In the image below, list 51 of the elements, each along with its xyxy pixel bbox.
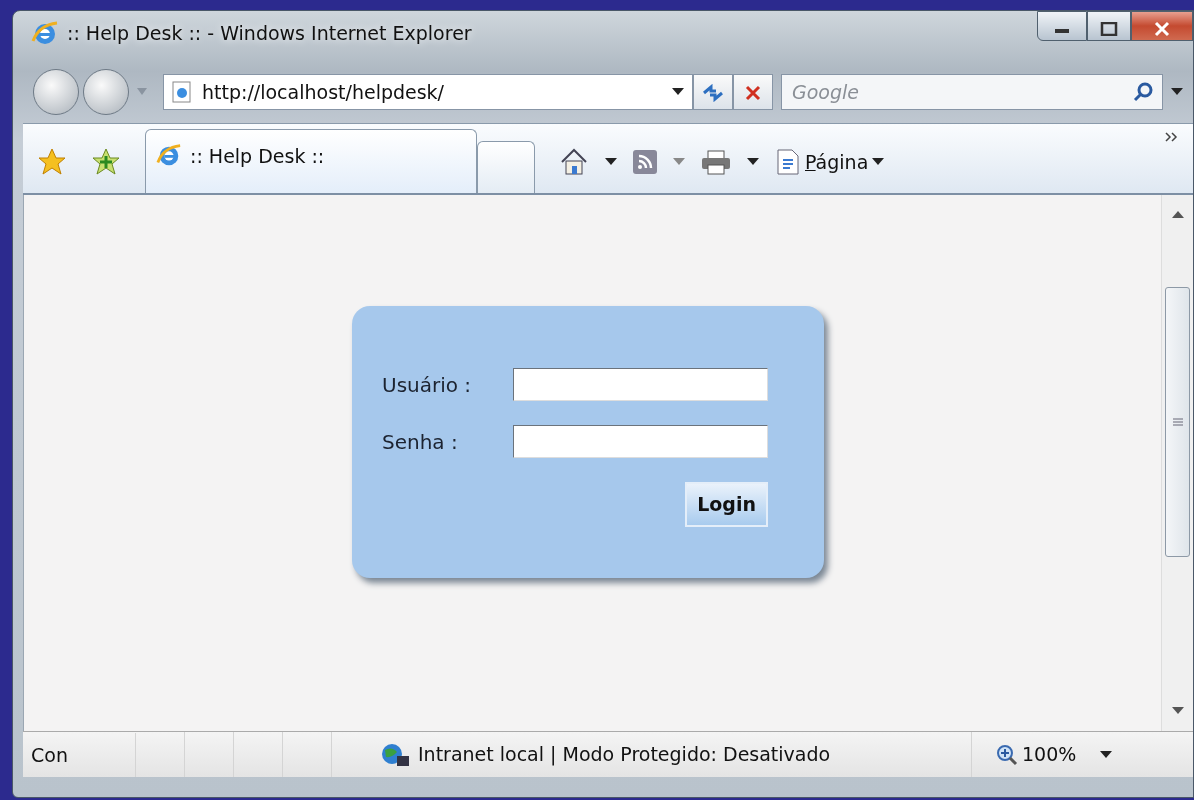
- stop-button[interactable]: [733, 74, 773, 110]
- back-button[interactable]: [33, 69, 79, 115]
- page-icon: [172, 81, 192, 103]
- add-favorite-icon[interactable]: [91, 147, 121, 177]
- new-tab-button[interactable]: [477, 141, 535, 193]
- maximize-button[interactable]: [1087, 11, 1131, 41]
- zoom-icon: [996, 743, 1018, 766]
- input-field[interactable]: [513, 368, 768, 401]
- close-icon: [1153, 20, 1171, 37]
- caret-icon[interactable]: [747, 158, 759, 166]
- page-menu[interactable]: Página: [775, 147, 885, 177]
- address-field[interactable]: http://localhost/helpdesk/: [200, 76, 664, 108]
- search-field[interactable]: Google: [790, 76, 1132, 108]
- caret-icon: [672, 88, 684, 96]
- security-zone-text: Intranet local | Modo Protegido: Desativado: [418, 742, 831, 768]
- scroll-up-arrow-icon[interactable]: [1171, 211, 1184, 219]
- browser-logo-icon: [156, 142, 182, 168]
- refresh-button[interactable]: [693, 74, 733, 110]
- home-icon[interactable]: [559, 147, 589, 177]
- maximize-icon: [1100, 21, 1118, 36]
- status-text: Con: [23, 732, 136, 777]
- chevron-icon[interactable]: [1165, 132, 1179, 142]
- feed-icon[interactable]: [633, 150, 657, 174]
- scroll-thumb[interactable]: [1165, 287, 1190, 557]
- close-button[interactable]: [1131, 11, 1193, 41]
- input-field[interactable]: [513, 425, 768, 458]
- refresh-icon: [702, 83, 724, 102]
- search-icon: [1132, 81, 1154, 103]
- page-icon: [775, 148, 801, 176]
- globe-network-icon: [380, 741, 410, 768]
- browser-tab[interactable]: :: Help Desk ::: [145, 129, 477, 193]
- search-box[interactable]: Google: [781, 74, 1163, 110]
- forward-button[interactable]: [83, 69, 129, 115]
- caret-icon: [872, 158, 885, 166]
- scrollbar[interactable]: [1161, 195, 1193, 731]
- zoom-button[interactable]: 100%: [996, 740, 1077, 769]
- stop-icon: [744, 83, 762, 102]
- window-title: :: Help Desk :: - Windows Internet Explorer: [67, 21, 472, 46]
- browser-logo-icon: [31, 19, 59, 47]
- caret-icon[interactable]: [605, 158, 617, 166]
- history-caret-icon: [137, 88, 147, 96]
- printer-icon[interactable]: [701, 149, 731, 175]
- minimize-button[interactable]: [1037, 11, 1087, 41]
- address-bar[interactable]: http://localhost/helpdesk/: [163, 74, 693, 110]
- field-label: Senha :: [382, 428, 459, 456]
- field-label: Usuário :: [382, 371, 473, 399]
- scroll-down-arrow-icon[interactable]: [1171, 707, 1184, 715]
- search-options-caret-icon: [1171, 88, 1183, 96]
- caret-icon[interactable]: [1100, 750, 1113, 759]
- login-button[interactable]: Login: [685, 482, 768, 527]
- favorites-star-icon[interactable]: [37, 147, 67, 177]
